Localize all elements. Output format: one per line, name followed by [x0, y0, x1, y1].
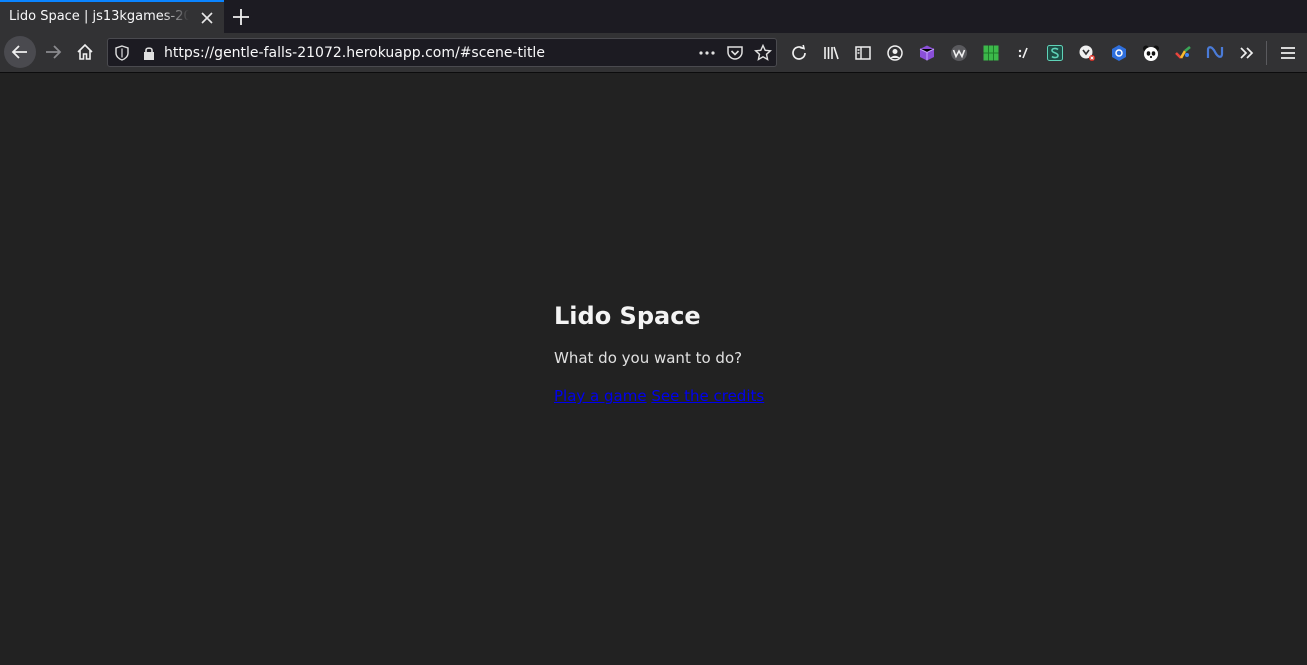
home-button[interactable]: [70, 37, 100, 67]
back-button[interactable]: [4, 36, 36, 68]
toolbar-separator: [1266, 41, 1267, 65]
navigation-toolbar: https://gentle-falls-21072.herokuapp.com…: [0, 33, 1307, 73]
arrow-right-icon: [46, 45, 62, 59]
tab-title: Lido Space | js13kgames-2021 - Mozilla F…: [9, 9, 189, 24]
panda-extension-icon[interactable]: [1142, 44, 1160, 62]
address-bar[interactable]: https://gentle-falls-21072.herokuapp.com…: [107, 38, 777, 67]
sidebar-icon[interactable]: [854, 44, 872, 62]
pocket-icon[interactable]: [726, 44, 744, 62]
blue-hexagon-extension-icon[interactable]: [1110, 44, 1128, 62]
green-grid-extension-icon[interactable]: [982, 44, 1000, 62]
game-title: Lido Space: [554, 302, 701, 330]
w-extension-icon[interactable]: [950, 44, 968, 62]
tab-strip: Lido Space | js13kgames-2021 - Mozilla F…: [0, 0, 1307, 33]
scene-title: Lido Space What do you want to do? Play …: [554, 301, 764, 405]
lock-icon[interactable]: [140, 44, 158, 62]
play-game-link[interactable]: Play a game: [554, 387, 647, 405]
active-tab[interactable]: Lido Space | js13kgames-2021 - Mozilla F…: [0, 0, 224, 33]
home-icon: [77, 43, 93, 60]
library-icon[interactable]: [822, 44, 840, 62]
forward-button[interactable]: [38, 37, 68, 67]
page-actions-icon[interactable]: [698, 44, 716, 62]
blocked-extension-icon[interactable]: [1078, 44, 1096, 62]
close-tab-icon[interactable]: [198, 9, 216, 27]
arrow-left-icon: [11, 45, 27, 59]
see-credits-link[interactable]: See the credits: [651, 387, 764, 405]
s-extension-icon[interactable]: [1046, 44, 1064, 62]
menu-hamburger-icon[interactable]: [1279, 44, 1297, 62]
scene-question: What do you want to do?: [554, 349, 743, 367]
wave-extension-icon[interactable]: [1206, 44, 1224, 62]
reload-icon[interactable]: [790, 44, 808, 62]
new-tab-icon[interactable]: [229, 5, 253, 29]
colorful-check-extension-icon[interactable]: [1174, 44, 1192, 62]
page-content: Lido Space What do you want to do? Play …: [0, 73, 1307, 665]
slash-extension-icon[interactable]: [1014, 44, 1032, 62]
url-text[interactable]: https://gentle-falls-21072.herokuapp.com…: [164, 45, 545, 61]
overflow-chevrons-icon[interactable]: [1238, 44, 1256, 62]
account-icon[interactable]: [886, 44, 904, 62]
scene-links: Play a game See the credits: [554, 387, 764, 405]
purple-cube-extension-icon[interactable]: [918, 44, 936, 62]
bookmark-star-icon[interactable]: [754, 44, 772, 62]
shield-icon[interactable]: [113, 44, 131, 62]
